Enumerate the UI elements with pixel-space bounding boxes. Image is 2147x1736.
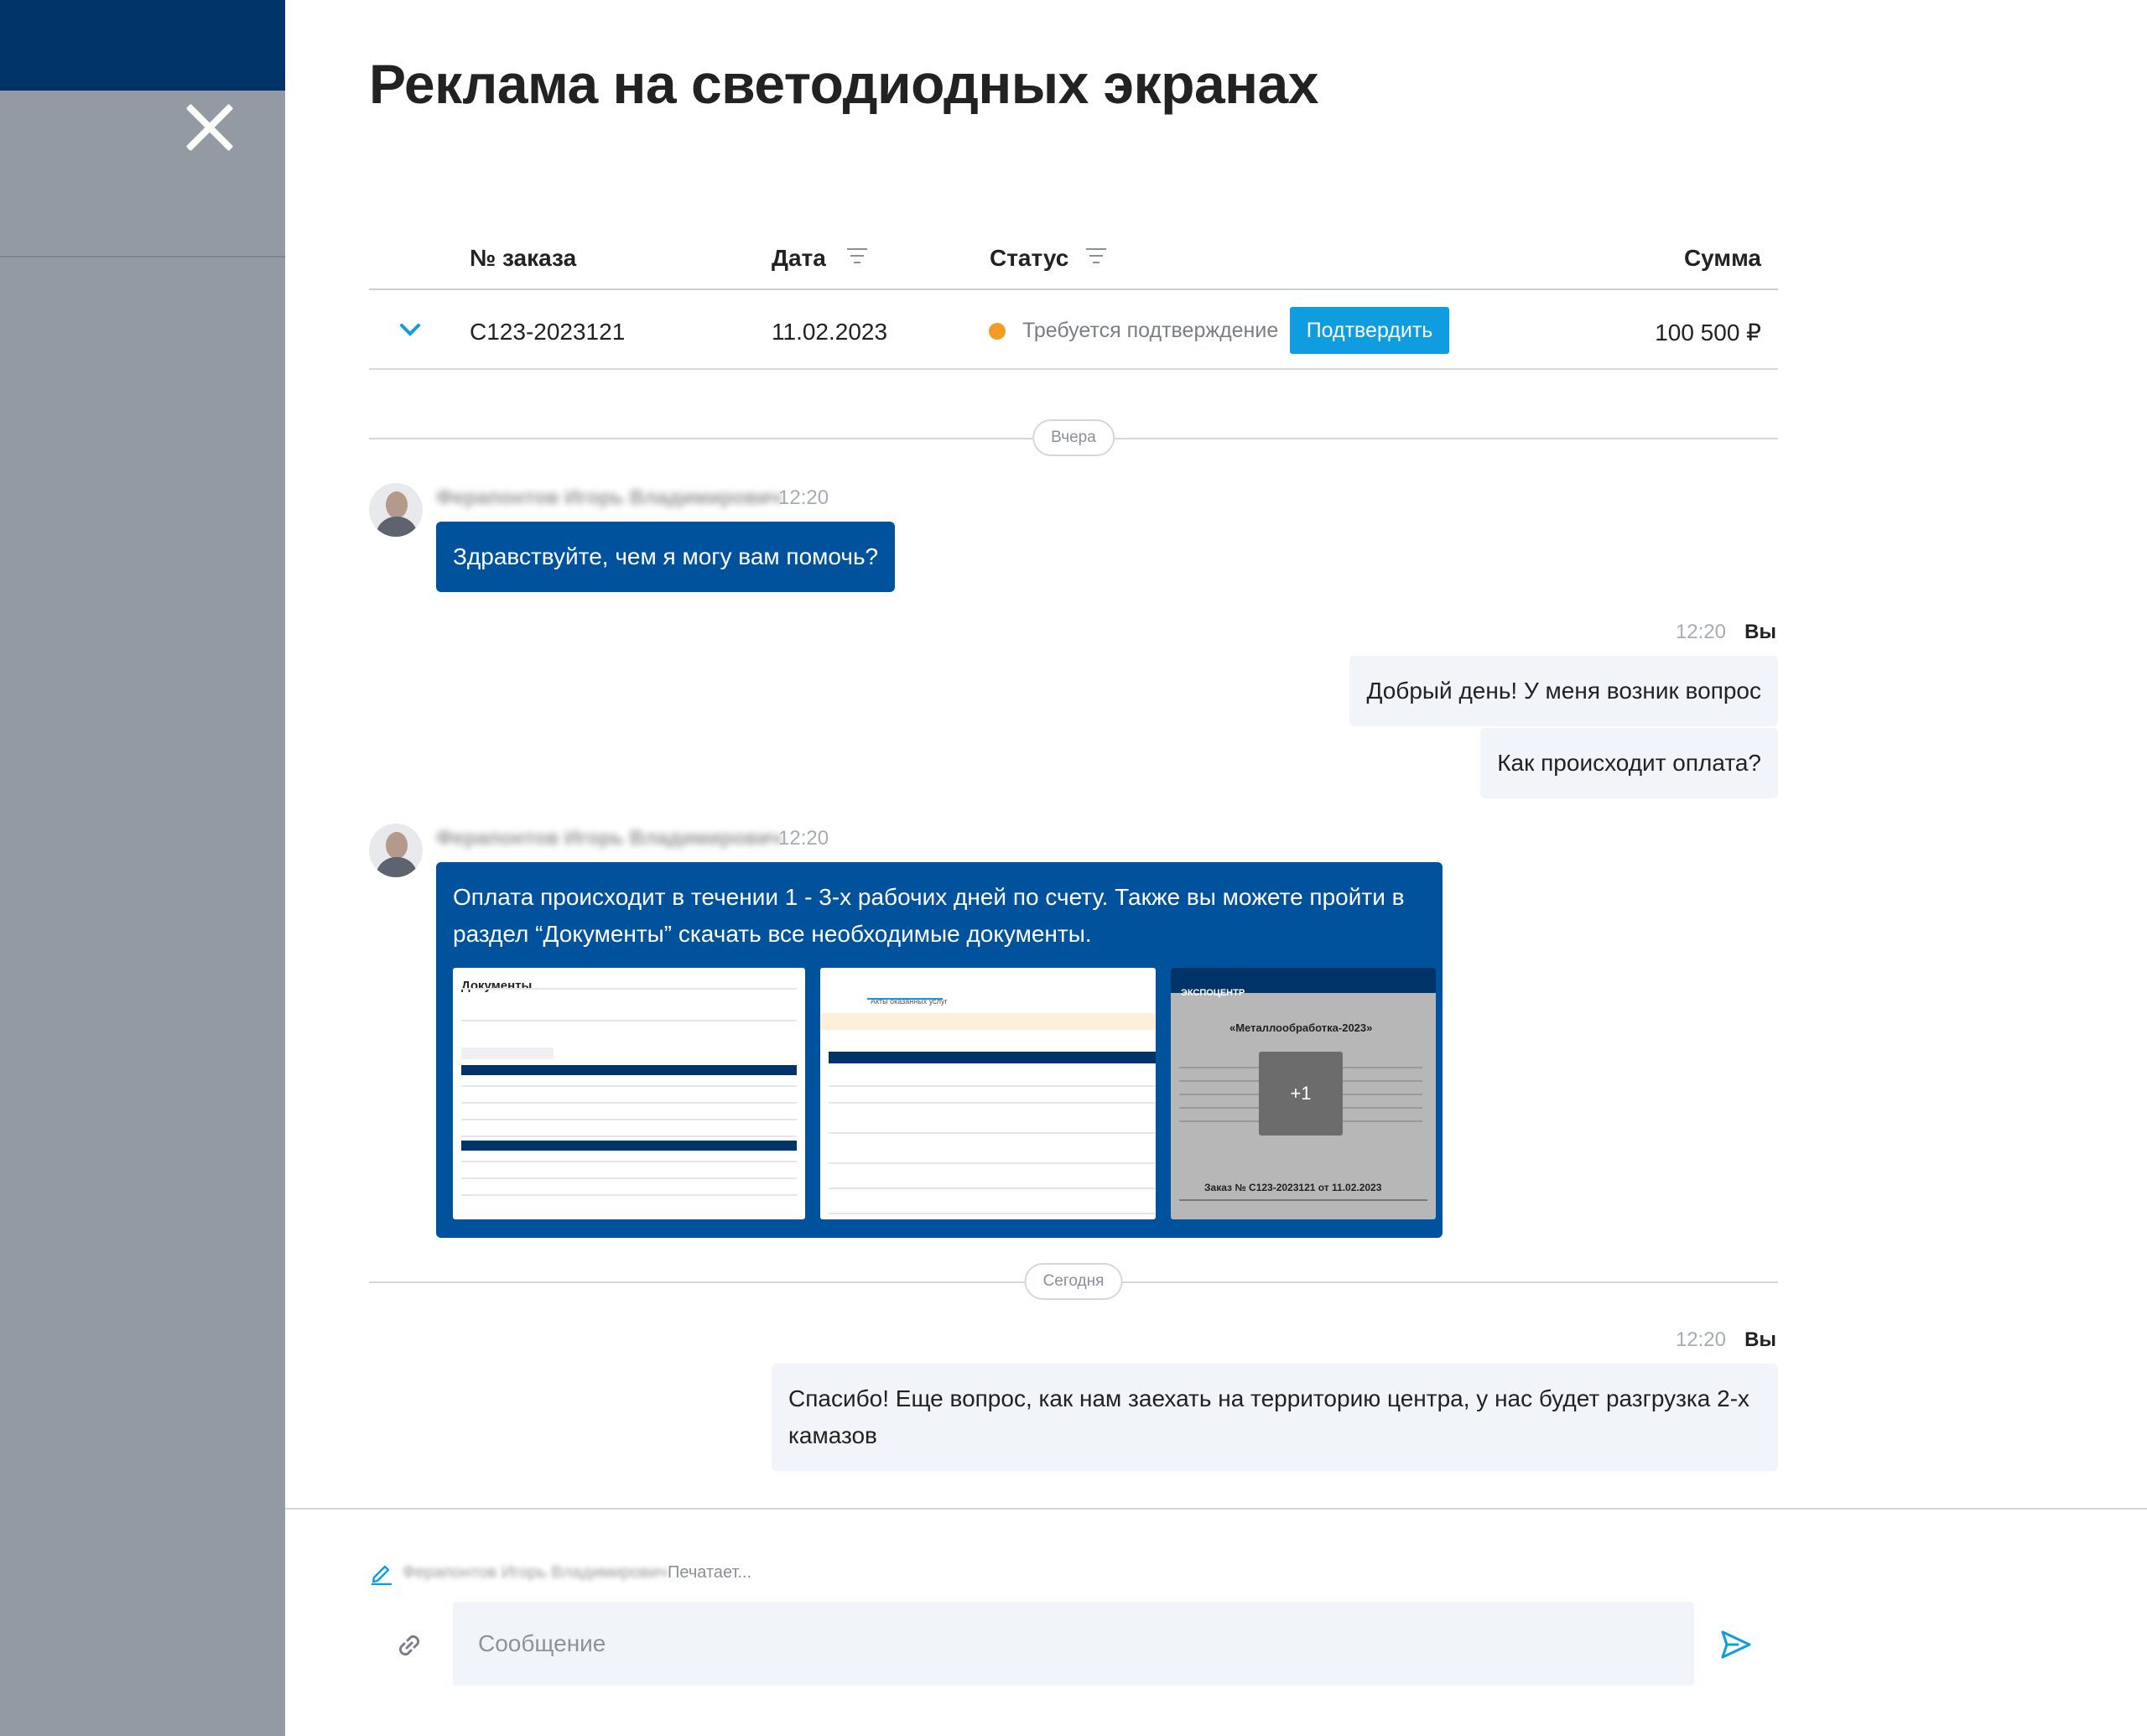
typing-user-name: Ферапонтов Игорь Владимирович bbox=[403, 1563, 668, 1582]
pencil-icon bbox=[372, 1565, 392, 1585]
message-text-line: раздел “Документы” скачать все необходим… bbox=[453, 921, 1092, 947]
day-label-today: Сегодня bbox=[1024, 1263, 1123, 1300]
date-filter-icon[interactable] bbox=[847, 248, 867, 265]
message-time: 12:20 bbox=[1675, 1328, 1726, 1351]
chevron-down-icon[interactable] bbox=[398, 317, 423, 342]
message-text: Как происходит оплата? bbox=[1497, 750, 1761, 776]
header-date[interactable]: Дата bbox=[772, 245, 826, 272]
confirm-button[interactable]: Подтвердить bbox=[1290, 307, 1449, 354]
header-sum: Сумма bbox=[1683, 245, 1761, 271]
attachment-thumbnail[interactable]: Документы bbox=[453, 968, 805, 1219]
order-date: 11.02.2023 bbox=[772, 319, 888, 345]
chat-panel: Реклама на светодиодных экранах № заказа… bbox=[285, 0, 2147, 1736]
close-icon[interactable] bbox=[183, 101, 237, 154]
order-sum: 100 500 ₽ bbox=[1655, 320, 1761, 346]
link-icon[interactable] bbox=[392, 1629, 426, 1662]
attachment-thumbnail[interactable]: Акты оказанных услуг bbox=[820, 968, 1156, 1219]
attachment-brand: ЭКСПОЦЕНТР bbox=[1181, 988, 1245, 998]
header-order-no: № заказа bbox=[470, 245, 577, 271]
attachment-title: Документы bbox=[461, 979, 533, 993]
you-label: Вы bbox=[1744, 1328, 1776, 1351]
message-bubble-incoming: Оплата происходит в течении 1 - 3-х рабо… bbox=[436, 862, 1443, 1238]
you-label: Вы bbox=[1744, 621, 1776, 643]
avatar bbox=[369, 824, 423, 877]
sender-name: Ферапонтов Игорь Владимирович bbox=[436, 486, 782, 509]
typing-status: Печатает... bbox=[668, 1563, 752, 1582]
background-divider bbox=[0, 256, 285, 257]
order-number[interactable]: С123-2023121 bbox=[470, 319, 625, 346]
message-bubble-outgoing: Добрый день! У меня возник вопрос bbox=[1349, 656, 1778, 726]
attachment-event: «Металлообработка-2023» bbox=[1229, 1021, 1373, 1034]
message-text-line: Спасибо! Еще вопрос, как нам заехать на … bbox=[788, 1385, 1750, 1411]
message-time: 12:20 bbox=[1675, 621, 1726, 643]
more-attachments-badge[interactable]: +1 bbox=[1259, 1052, 1343, 1136]
table-header-divider bbox=[369, 288, 1778, 290]
send-icon[interactable] bbox=[1718, 1627, 1753, 1662]
page-title: Реклама на светодиодных экранах bbox=[369, 53, 1318, 115]
background-header bbox=[0, 0, 285, 91]
message-composer: Ферапонтов Игорь Владимирович Печатает..… bbox=[285, 1508, 2147, 1736]
message-bubble-outgoing: Как происходит оплата? bbox=[1480, 728, 1778, 798]
message-text: Добрый день! У меня возник вопрос bbox=[1366, 678, 1761, 704]
table-row-divider bbox=[369, 368, 1778, 370]
status-label: Требуется подтверждение bbox=[1022, 319, 1279, 342]
day-label-yesterday: Вчера bbox=[1032, 419, 1115, 456]
message-text: Здравствуйте, чем я могу вам помочь? bbox=[453, 543, 879, 569]
backdrop-overlay[interactable] bbox=[0, 0, 285, 1736]
day-separator: Сегодня bbox=[369, 1263, 1778, 1300]
sender-name: Ферапонтов Игорь Владимирович bbox=[436, 827, 782, 850]
attachments: Документы Акты оказанных услуг ЭКСПОЦЕНТ… bbox=[453, 968, 1436, 1219]
attachment-thumbnail[interactable]: ЭКСПОЦЕНТР «Металлообработка-2023» Заказ… bbox=[1171, 968, 1436, 1219]
status-dot bbox=[989, 323, 1006, 340]
message-bubble-outgoing: Спасибо! Еще вопрос, как нам заехать на … bbox=[772, 1364, 1778, 1471]
message-time: 12:20 bbox=[778, 486, 829, 509]
message-time: 12:20 bbox=[778, 827, 829, 850]
status-filter-icon[interactable] bbox=[1086, 248, 1106, 265]
message-text-line: камазов bbox=[788, 1422, 877, 1448]
avatar bbox=[369, 483, 423, 537]
day-separator: Вчера bbox=[369, 419, 1778, 456]
message-input[interactable] bbox=[453, 1602, 1694, 1686]
message-bubble-incoming: Здравствуйте, чем я могу вам помочь? bbox=[436, 522, 896, 592]
message-text-line: Оплата происходит в течении 1 - 3-х рабо… bbox=[453, 884, 1405, 910]
header-status[interactable]: Статус bbox=[990, 245, 1068, 272]
